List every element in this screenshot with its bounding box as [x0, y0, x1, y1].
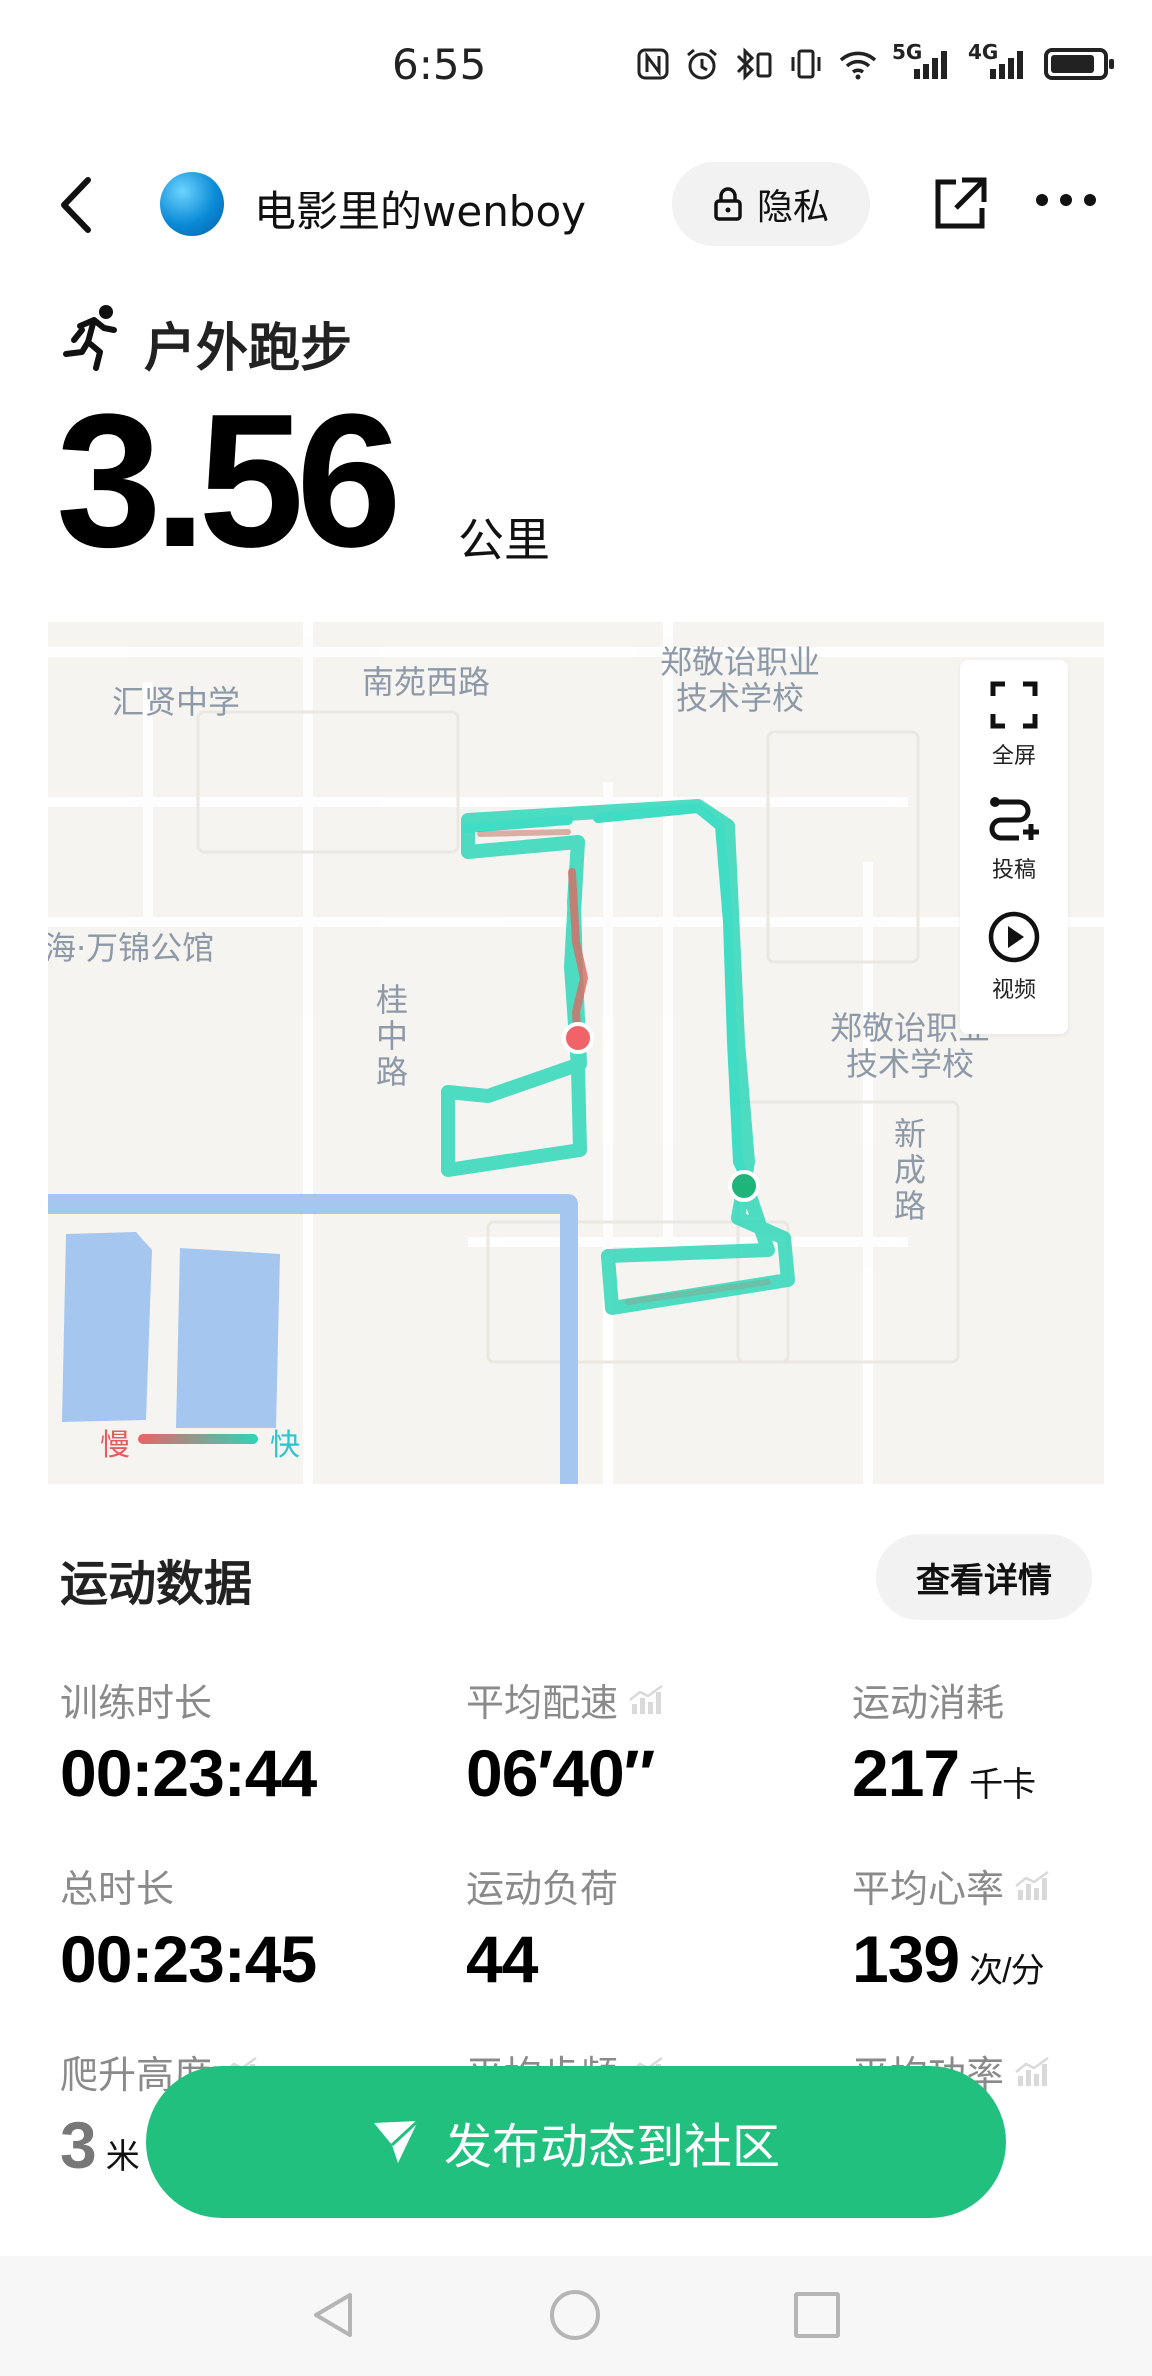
map-label-road-3: 新成路 [893, 1115, 926, 1225]
trend-chart-icon[interactable] [1014, 1870, 1052, 1902]
stat-value: 06′40″ [466, 1736, 655, 1810]
map-label-school: 汇贤中学 [112, 683, 241, 721]
stat-label-text: 平均心率 [852, 1867, 1005, 1911]
vibrate-icon [788, 46, 824, 82]
stat-item: 总时长 00:23:45 [60, 1858, 317, 1997]
play-icon [988, 911, 1040, 963]
lock-icon [714, 187, 742, 221]
nav-back-icon [314, 2293, 352, 2337]
map-label-road-2: 桂中路 [375, 981, 408, 1091]
video-label: 视频 [991, 978, 1036, 1003]
route-submit-icon [989, 797, 1039, 841]
status-icons: 5G 4G [636, 40, 1114, 82]
battery-icon [1044, 46, 1114, 82]
stat-item: 运动负荷 44 [466, 1858, 618, 1997]
stat-value-row: 06′40″ [466, 1735, 666, 1811]
more-icon [1036, 194, 1048, 206]
stat-label-text: 运动负荷 [466, 1867, 619, 1911]
map-toolbar: 全屏 投稿 视频 [960, 660, 1068, 1034]
stat-item: 训练时长 00:23:44 [60, 1672, 317, 1811]
signal-5g-icon: 5G [892, 40, 954, 82]
signal-4g-icon: 4G [968, 40, 1030, 82]
status-time: 6:55 [392, 40, 487, 89]
submit-label: 投稿 [991, 858, 1036, 883]
battery-fill [1051, 55, 1094, 73]
running-icon [62, 304, 124, 372]
legend-fast: 快 [270, 1428, 300, 1463]
back-button[interactable] [50, 170, 110, 240]
stat-value: 44 [466, 1922, 538, 1996]
stat-label-text: 训练时长 [60, 1681, 213, 1725]
stat-label: 训练时长 [60, 1672, 316, 1727]
stat-value: 217 [852, 1736, 960, 1810]
legend-slow: 慢 [100, 1428, 130, 1463]
stat-item: 运动消耗 217 千卡 [852, 1672, 1036, 1811]
stat-unit: 千卡 [969, 1766, 1036, 1804]
stat-unit: 米 [105, 2138, 140, 2176]
signal-4g-label: 4G [968, 40, 999, 64]
sport-type: 户外跑步 [144, 319, 353, 379]
fullscreen-button[interactable]: 全屏 [960, 680, 1068, 770]
stat-label: 平均心率 [852, 1858, 1052, 1913]
send-icon [373, 2119, 420, 2163]
college-top-line1: 郑敬诒职业 [660, 643, 821, 681]
bluetooth-icon [734, 46, 774, 82]
stat-item: 平均心率 139 次/分 [852, 1858, 1052, 1997]
map-label-road-1: 南苑西路 [362, 663, 491, 701]
stat-value: 00:23:44 [60, 1736, 317, 1810]
stat-label: 平均配速 [466, 1672, 666, 1727]
stat-label: 总时长 [60, 1858, 316, 1913]
section-title: 运动数据 [60, 1556, 253, 1612]
trend-chart-icon[interactable] [628, 1684, 666, 1716]
stat-value-row: 139 次/分 [852, 1921, 1052, 1997]
stat-label: 运动负荷 [466, 1858, 618, 1913]
stat-value-row: 00:23:44 [60, 1735, 317, 1811]
college-right-line2: 技术学校 [846, 1045, 975, 1083]
view-details-button[interactable]: 查看详情 [876, 1534, 1092, 1620]
nav-back-button[interactable] [310, 2290, 356, 2344]
map-label-residence: 海·万锦公馆 [48, 929, 215, 967]
fullscreen-label: 全屏 [991, 744, 1036, 769]
submit-button[interactable]: 投稿 [960, 794, 1068, 884]
stat-label-text: 运动消耗 [852, 1681, 1005, 1725]
privacy-label: 隐私 [756, 187, 829, 228]
alarm-icon [684, 46, 720, 82]
publish-button[interactable]: 发布动态到社区 [146, 2066, 1006, 2218]
stat-unit: 次/分 [969, 1952, 1044, 1990]
map-label-college-top: 郑敬诒职业 技术学校 [660, 644, 820, 716]
distance-unit: 公里 [458, 513, 550, 567]
stat-label-text: 平均配速 [466, 1681, 619, 1725]
stat-value-row: 44 [466, 1921, 618, 1997]
trend-chart-icon[interactable] [1014, 2056, 1052, 2088]
stat-value: 3 [60, 2108, 97, 2182]
nav-home-icon[interactable] [550, 2290, 600, 2340]
legend-gradient [138, 1434, 258, 1444]
fullscreen-icon [990, 681, 1038, 729]
start-marker [562, 1022, 594, 1054]
end-marker [728, 1170, 760, 1202]
wifi-icon [838, 46, 878, 82]
avatar[interactable] [160, 172, 224, 236]
stat-value-row: 217 千卡 [852, 1735, 1036, 1811]
distance-value: 3.56 [56, 375, 402, 587]
video-button[interactable]: 视频 [960, 910, 1068, 1004]
signal-5g-label: 5G [892, 40, 923, 64]
college-top-line2: 技术学校 [676, 679, 805, 717]
stat-label: 运动消耗 [852, 1672, 1035, 1727]
stat-item: 平均配速 06′40″ [466, 1672, 666, 1811]
privacy-button[interactable]: 隐私 [672, 162, 870, 246]
stat-value: 00:23:45 [60, 1922, 317, 1996]
share-button[interactable] [928, 172, 992, 236]
username[interactable]: 电影里的wenboy [254, 178, 586, 239]
stat-value: 139 [852, 1922, 960, 1996]
back-icon [61, 177, 91, 233]
nfc-icon [636, 46, 670, 82]
share-icon [935, 177, 987, 229]
nav-recent-icon[interactable] [794, 2292, 840, 2338]
stat-value-row: 00:23:45 [60, 1921, 317, 1997]
route-map[interactable]: 汇贤中学 南苑西路 郑敬诒职业 技术学校 海·万锦公馆 桂中路 郑敬诒职业 技术… [48, 622, 1104, 1484]
stat-label-text: 总时长 [60, 1867, 175, 1911]
publish-label: 发布动态到社区 [443, 2119, 780, 2175]
more-button[interactable] [1036, 194, 1096, 206]
